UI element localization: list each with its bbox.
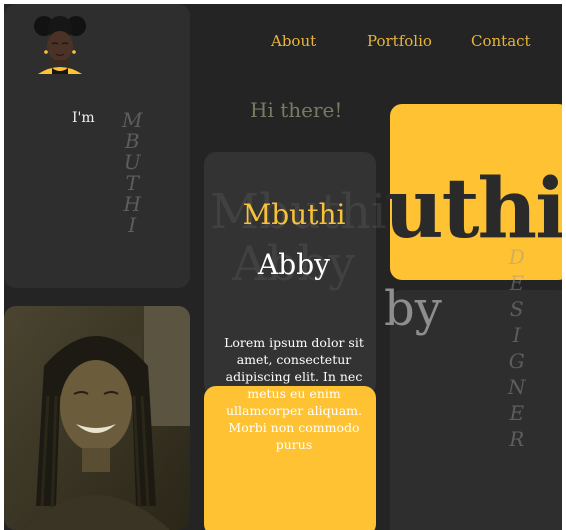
first-name-heading: Mbuthi bbox=[242, 198, 346, 231]
big-last-name-fragment: by bbox=[384, 281, 442, 337]
vertical-role-letter: E bbox=[509, 271, 525, 295]
cartoon-avatar-icon[interactable] bbox=[32, 12, 88, 74]
big-first-name-fragment: uthi bbox=[384, 161, 562, 257]
vertical-role-letter: D bbox=[508, 245, 525, 269]
vertical-name-letter: M bbox=[122, 108, 143, 132]
vertical-role: D E S I G N E R bbox=[508, 244, 526, 452]
greeting-text: Hi there! bbox=[250, 98, 343, 122]
vertical-name: M B U T H I bbox=[122, 110, 142, 236]
last-name-heading: Abby bbox=[258, 248, 330, 281]
intro-label: I'm bbox=[72, 110, 95, 126]
vertical-role-letter: N bbox=[508, 375, 526, 399]
vertical-name-letter: U bbox=[123, 150, 141, 174]
nav-about-link[interactable]: About bbox=[271, 32, 316, 50]
vertical-role-letter: R bbox=[509, 427, 525, 451]
vertical-name-letter: I bbox=[128, 213, 137, 237]
nav-portfolio-link[interactable]: Portfolio bbox=[367, 32, 432, 50]
vertical-name-letter: T bbox=[125, 171, 139, 195]
vertical-role-letter: S bbox=[509, 297, 524, 321]
vertical-role-letter: G bbox=[508, 349, 525, 373]
vertical-name-letter: B bbox=[124, 129, 140, 153]
vertical-name-letter: H bbox=[123, 192, 141, 216]
bio-text: Lorem ipsum dolor sit amet, consectetur … bbox=[224, 335, 364, 452]
vertical-role-letter: E bbox=[509, 401, 525, 425]
nav-contact-link[interactable]: Contact bbox=[471, 32, 531, 50]
vertical-role-letter: I bbox=[512, 323, 521, 347]
profile-photo bbox=[4, 306, 190, 530]
